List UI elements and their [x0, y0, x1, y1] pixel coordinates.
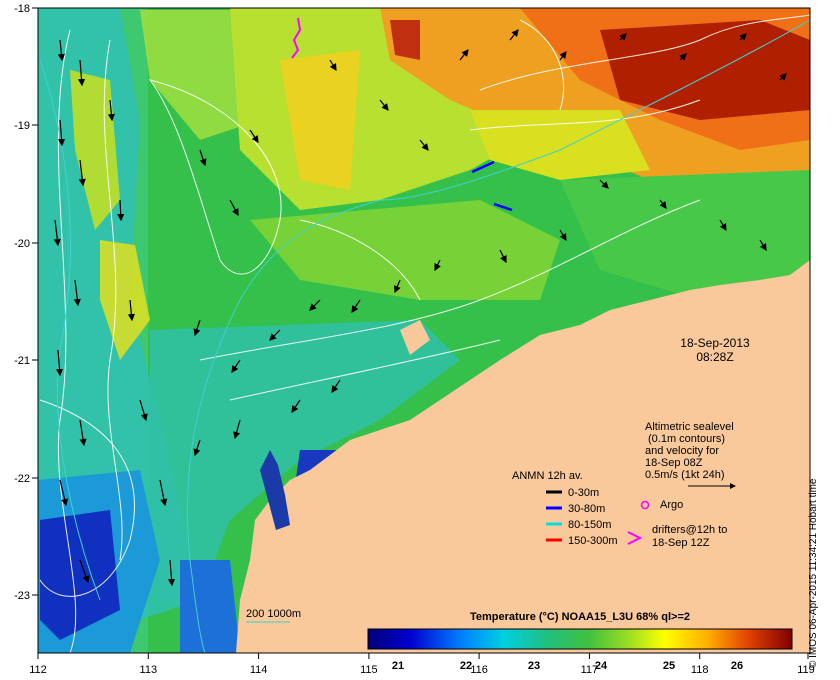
colorbar-title: Temperature (°C) NOAA15_L3U 68% ql>=2	[470, 611, 690, 623]
colorbar-tick: 24	[595, 660, 608, 672]
lon-tick: 115	[360, 664, 378, 676]
argo-label: Argo	[660, 499, 683, 511]
drifters-line: 18-Sep 12Z	[652, 537, 710, 549]
bathy-legend: 200 1000m	[246, 608, 301, 623]
altimetry-line: Altimetric sealevel	[645, 421, 734, 433]
anmn-depth: 80-150m	[568, 519, 611, 531]
lat-axis: -18 -19 -20 -21 -22 -23	[14, 3, 38, 602]
altimetry-line: 18-Sep 08Z	[645, 457, 703, 469]
credit-text: © IMOS 06-Apr-2015 11:34:21 Hobart time	[808, 478, 819, 669]
lat-tick: -22	[14, 473, 30, 485]
anmn-depth: 0-30m	[568, 487, 599, 499]
colorbar-tick: 22	[460, 660, 472, 672]
lon-axis: 112 113 114 115 116 117 118 119	[29, 653, 815, 676]
time-label: 08:28Z	[696, 350, 733, 364]
lon-tick: 116	[470, 664, 488, 676]
lat-tick: -20	[14, 238, 30, 250]
altimetry-line: 0.5m/s (1kt 24h)	[645, 469, 724, 481]
anmn-title: ANMN 12h av.	[512, 470, 583, 482]
altimetry-line: (0.1m contours)	[648, 433, 725, 445]
anmn-depth: 30-80m	[568, 503, 605, 515]
colorbar-tick: 25	[663, 660, 675, 672]
date-label: 18-Sep-2013	[680, 336, 750, 350]
lon-tick: 113	[140, 664, 158, 676]
colorbar-tick: 26	[731, 660, 743, 672]
altimetry-line: and velocity for	[645, 445, 719, 457]
lon-tick: 118	[691, 664, 709, 676]
anmn-depth: 150-300m	[568, 535, 618, 547]
lat-tick: -18	[14, 3, 30, 15]
lat-tick: -23	[14, 590, 30, 602]
sst-map: 112 113 114 115 116 117 118 119 -18 -19 …	[14, 3, 815, 676]
bathy-label: 200 1000m	[246, 608, 301, 620]
lat-tick: -19	[14, 120, 30, 132]
sst-field	[38, 8, 810, 653]
colorbar-tick: 21	[392, 660, 404, 672]
lat-tick: -21	[14, 355, 30, 367]
drifters-line: drifters@12h to	[652, 524, 727, 536]
lon-tick: 112	[29, 664, 47, 676]
lon-tick: 114	[250, 664, 268, 676]
colorbar-tick: 23	[528, 660, 540, 672]
